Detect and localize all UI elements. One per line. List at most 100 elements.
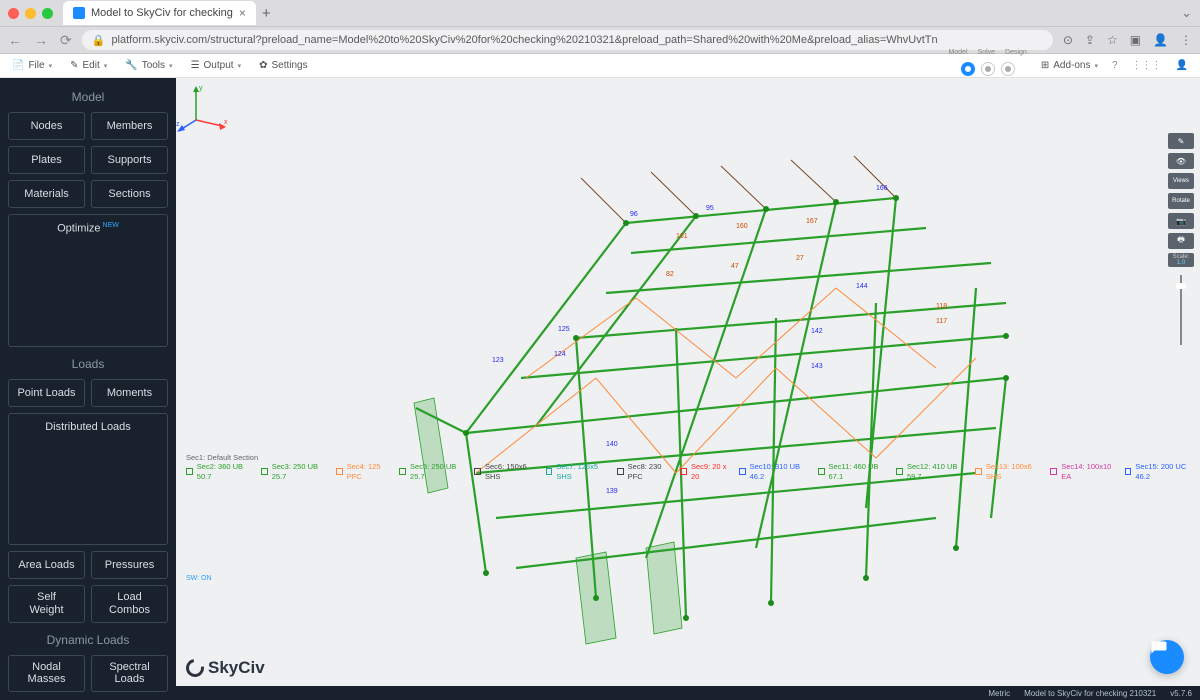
status-version: v5.7.6 xyxy=(1170,689,1192,698)
svg-text:118: 118 xyxy=(936,303,947,310)
camera-button[interactable]: 📷 xyxy=(1168,213,1194,229)
search-icon[interactable]: ⊙ xyxy=(1063,33,1073,47)
svg-text:123: 123 xyxy=(492,357,504,364)
status-model-name: Model to SkyCiv for checking 210321 xyxy=(1024,689,1156,698)
legend-item: Sec6: 150x6 SHS xyxy=(474,462,541,481)
btn-moments[interactable]: Moments xyxy=(91,379,168,407)
btn-load-combos[interactable]: Load Combos xyxy=(91,585,168,622)
mode-model-button[interactable] xyxy=(961,62,975,76)
legend-item: Sec10: 310 UB 46.2 xyxy=(739,462,814,481)
svg-text:47: 47 xyxy=(731,263,739,270)
btn-spectral-loads[interactable]: Spectral Loads xyxy=(91,655,168,692)
structural-frame-render: 1669695 142143144 123124125 140139 16116… xyxy=(176,78,1200,700)
browser-tab[interactable]: Model to SkyCiv for checking × xyxy=(63,1,256,25)
btn-sections[interactable]: Sections xyxy=(91,180,168,208)
menu-addons[interactable]: ⊞Add-ons▾ xyxy=(1041,60,1098,71)
legend-item: Sec4: 125 PFC xyxy=(336,462,395,481)
rotate-button[interactable]: Rotate xyxy=(1168,193,1194,209)
svg-text:143: 143 xyxy=(811,363,823,370)
panel-icon[interactable]: ▣ xyxy=(1130,33,1141,47)
btn-supports[interactable]: Supports xyxy=(91,146,168,174)
svg-text:y: y xyxy=(199,85,203,92)
address-bar[interactable]: 🔒 platform.skyciv.com/structural?preload… xyxy=(82,30,1053,50)
mode-label-solve: Solve xyxy=(978,49,996,56)
window-controls[interactable] xyxy=(8,8,53,19)
btn-nodal-masses[interactable]: Nodal Masses xyxy=(8,655,85,692)
btn-members[interactable]: Members xyxy=(91,112,168,140)
svg-text:117: 117 xyxy=(936,318,947,325)
svg-text:124: 124 xyxy=(554,351,566,358)
share-icon[interactable]: ⇪ xyxy=(1085,33,1095,47)
btn-pressures[interactable]: Pressures xyxy=(91,551,168,579)
svg-text:z: z xyxy=(176,121,180,128)
reload-button[interactable]: ⟳ xyxy=(60,32,72,49)
btn-point-loads[interactable]: Point Loads xyxy=(8,379,85,407)
btn-distributed-loads[interactable]: Distributed Loads xyxy=(8,413,168,546)
menu-file[interactable]: 📄File▾ xyxy=(12,60,52,71)
visibility-button[interactable]: 👁 xyxy=(1168,153,1194,169)
section-legend: Sec1: Default Section Sec2: 360 UB 50.7 S… xyxy=(186,453,1200,481)
wrench-icon: 🔧 xyxy=(125,60,137,71)
legend-item: Sec5: 250 UB 25.7 xyxy=(399,462,470,481)
sidebar: Model Nodes Members Plates Supports Mate… xyxy=(0,78,176,700)
legend-item: Sec7: 125x5 SHS xyxy=(546,462,613,481)
close-tab-icon[interactable]: × xyxy=(239,6,246,20)
scale-slider[interactable] xyxy=(1180,275,1182,345)
menu-output[interactable]: ☰Output▾ xyxy=(191,60,242,71)
back-button[interactable]: ← xyxy=(8,32,22,49)
svg-text:125: 125 xyxy=(558,326,570,333)
legend-title: Sec1: Default Section xyxy=(186,453,1200,462)
legend-item: Sec9: 20 x 20 xyxy=(680,462,735,481)
legend-item: Sec2: 360 UB 50.7 xyxy=(186,462,257,481)
skyciv-logo: SkyCiv xyxy=(186,658,265,678)
bookmark-icon[interactable]: ☆ xyxy=(1107,33,1118,47)
btn-optimize[interactable]: OptimizeNEW xyxy=(8,214,168,347)
apps-grid-icon[interactable]: ⋮⋮⋮ xyxy=(1132,60,1162,71)
mode-solve-button[interactable] xyxy=(981,62,995,76)
profile-avatar[interactable]: 👤 xyxy=(1153,33,1168,47)
pencil-tool-button[interactable]: ✎ xyxy=(1168,133,1194,149)
forward-button[interactable]: → xyxy=(34,32,48,49)
legend-item: Sec12: 410 UB 59.7 xyxy=(896,462,971,481)
svg-text:160: 160 xyxy=(736,223,748,230)
favicon-icon xyxy=(73,7,85,19)
svg-text:82: 82 xyxy=(666,271,674,278)
menu-icon[interactable]: ⋮ xyxy=(1180,33,1192,47)
mode-design-button[interactable] xyxy=(1001,62,1015,76)
minimize-window-icon[interactable] xyxy=(25,8,36,19)
user-avatar[interactable]: 👤 xyxy=(1176,60,1188,71)
close-window-icon[interactable] xyxy=(8,8,19,19)
app-menubar: 📄File▾ ✎Edit▾ 🔧Tools▾ ☰Output▾ ✿Settings… xyxy=(0,54,1200,78)
legend-item: Sec15: 200 UC 46.2 xyxy=(1125,462,1200,481)
svg-text:27: 27 xyxy=(796,255,804,262)
url-text: platform.skyciv.com/structural?preload_n… xyxy=(111,34,937,46)
chat-support-button[interactable] xyxy=(1150,640,1184,674)
help-icon[interactable]: ? xyxy=(1112,60,1118,71)
browser-tab-strip: Model to SkyCiv for checking × + ⌄ xyxy=(0,0,1200,27)
maximize-window-icon[interactable] xyxy=(42,8,53,19)
model-viewport[interactable]: 1669695 142143144 123124125 140139 16116… xyxy=(176,78,1200,700)
menu-tools[interactable]: 🔧Tools▾ xyxy=(125,60,172,71)
axis-triad: y x z xyxy=(176,78,231,133)
svg-text:142: 142 xyxy=(811,328,823,335)
btn-nodes[interactable]: Nodes xyxy=(8,112,85,140)
sidebar-head-model: Model xyxy=(8,90,168,104)
menu-edit[interactable]: ✎Edit▾ xyxy=(70,60,107,71)
svg-text:167: 167 xyxy=(806,218,818,225)
lock-icon: 🔒 xyxy=(92,34,106,47)
views-button[interactable]: Views xyxy=(1168,173,1194,189)
status-bar: Metric Model to SkyCiv for checking 2103… xyxy=(176,686,1200,700)
status-units[interactable]: Metric xyxy=(988,689,1010,698)
chevron-down-icon[interactable]: ⌄ xyxy=(1181,5,1192,21)
print-button[interactable]: 🖶 xyxy=(1168,233,1194,249)
menu-settings[interactable]: ✿Settings xyxy=(259,60,308,71)
svg-text:x: x xyxy=(224,119,228,126)
legend-item: Sec13: 100x6 SHS xyxy=(975,462,1046,481)
btn-self-weight[interactable]: Self Weight xyxy=(8,585,85,622)
btn-plates[interactable]: Plates xyxy=(8,146,85,174)
btn-area-loads[interactable]: Area Loads xyxy=(8,551,85,579)
scale-label: Scale:1.0 xyxy=(1168,253,1194,267)
svg-text:144: 144 xyxy=(856,283,868,290)
btn-materials[interactable]: Materials xyxy=(8,180,85,208)
new-tab-button[interactable]: + xyxy=(262,5,271,22)
